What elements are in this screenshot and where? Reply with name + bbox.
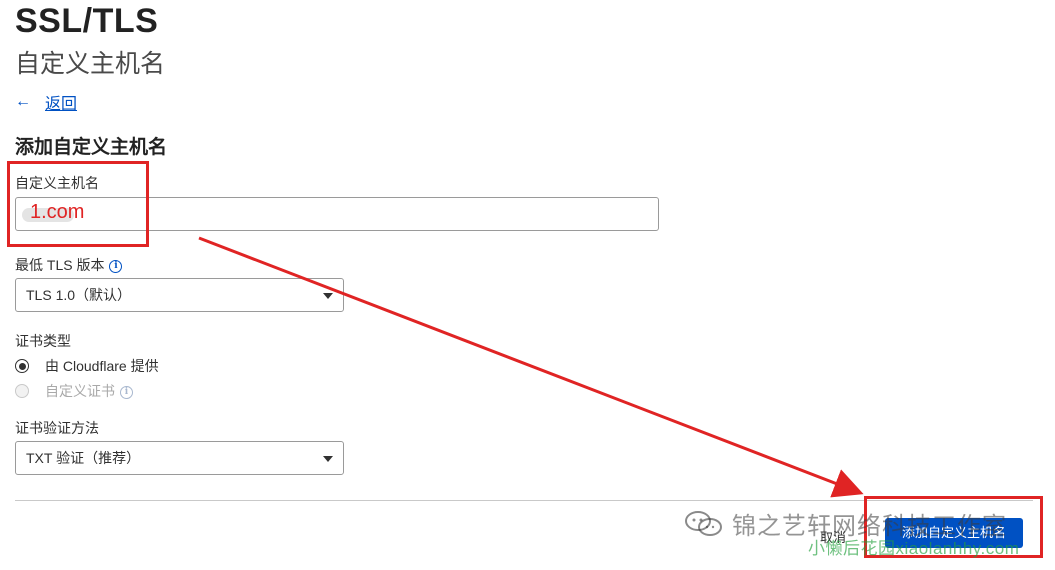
annotation-arrow xyxy=(198,236,864,498)
wechat-icon xyxy=(684,510,724,538)
watermark-url: 小懒后花园xiaolanhhy.com xyxy=(808,539,1020,558)
